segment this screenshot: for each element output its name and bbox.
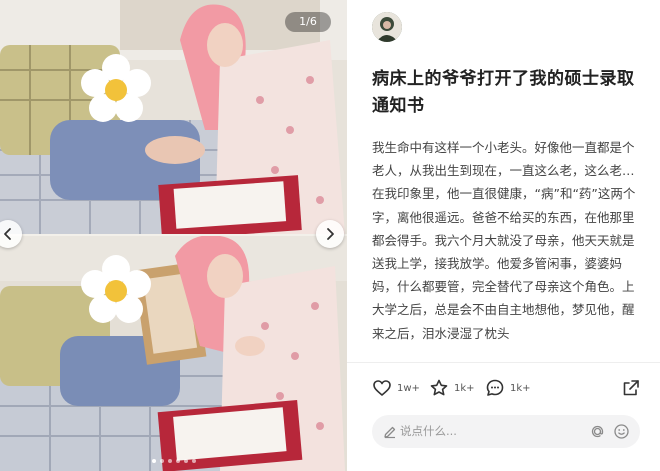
photo-bottom [0, 236, 347, 471]
chevron-left-icon [4, 228, 11, 240]
like-count: 1w+ [397, 382, 420, 394]
post-title: 病床上的爷爷打开了我的硕士录取通知书 [372, 69, 635, 116]
star-icon [430, 379, 448, 396]
favorite-button[interactable]: 1k+ [429, 376, 475, 400]
share-button[interactable] [621, 376, 641, 400]
next-image-button[interactable] [316, 220, 344, 248]
post-content-panel: 病床上的爷爷打开了我的硕士录取通知书 我生命中有这样一个小老头。好像他一直都是个… [347, 0, 660, 471]
post-detail-window: 1/6 病床上的爷爷打开了我的硕士录取通知书 我生命中有这样一个小老头。好像他一… [0, 0, 660, 471]
like-button[interactable]: 1w+ [372, 376, 420, 400]
emoji-icon[interactable] [613, 423, 630, 440]
comment-icon [486, 379, 504, 396]
carousel-dot[interactable] [151, 459, 156, 463]
heart-icon [373, 380, 391, 396]
chevron-right-icon [327, 228, 334, 240]
carousel-dot[interactable] [183, 459, 188, 463]
comment-button[interactable]: 1k+ [485, 376, 531, 400]
carousel-dot[interactable] [167, 459, 172, 463]
divider [347, 362, 660, 363]
carousel-dots [0, 459, 347, 463]
engagement-bar: 1w+ 1k+ 1k+ [372, 376, 642, 400]
carousel-dot[interactable] [175, 459, 180, 463]
image-carousel[interactable]: 1/6 [0, 0, 347, 471]
post-body: 我生命中有这样一个小老头。好像他一直都是个老人，从我出生到现在，一直这么老，这么… [372, 140, 636, 341]
pen-icon [384, 426, 396, 439]
comment-input[interactable]: 说点什么... [372, 415, 640, 448]
carousel-dot[interactable] [159, 459, 164, 463]
photo-top [0, 0, 347, 235]
share-icon [623, 380, 639, 396]
carousel-dot[interactable] [191, 459, 196, 463]
author-avatar[interactable] [372, 12, 402, 42]
favorite-count: 1k+ [454, 382, 475, 394]
comment-placeholder: 说点什么... [400, 424, 457, 438]
comment-count: 1k+ [510, 382, 531, 394]
at-icon[interactable] [589, 423, 606, 440]
image-counter: 1/6 [285, 12, 331, 32]
